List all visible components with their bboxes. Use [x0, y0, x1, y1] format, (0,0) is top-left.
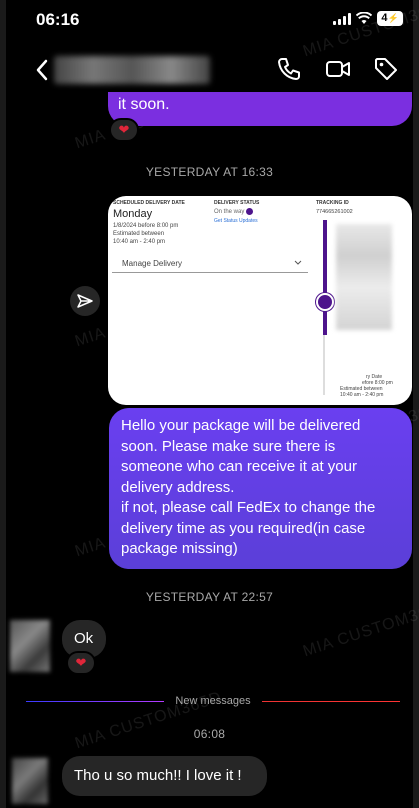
- chat-screen: 06:16 4⚡ MIA CUSTOM365D MIA CUSTOM365D M…: [0, 0, 419, 808]
- right-edge: [413, 0, 419, 808]
- timestamp-divider: YESTERDAY AT 16:33: [145, 165, 274, 179]
- new-messages-divider: New messages: [0, 695, 419, 709]
- manage-delivery-dropdown[interactable]: Manage Delivery: [112, 254, 308, 273]
- message-text: Hello your package will be delivered soo…: [121, 417, 376, 557]
- video-camera-icon[interactable]: [325, 56, 351, 82]
- tracking-label: TRACKING ID: [316, 200, 349, 206]
- status-bar: 06:16 4⚡: [0, 8, 419, 32]
- new-messages-label: New messages: [175, 695, 251, 707]
- phone-icon[interactable]: [276, 56, 302, 82]
- scheduled-label: SCHEDULED DELIVERY DATE: [113, 200, 185, 206]
- estimated-time: 10:40 am - 2:40 pm: [113, 239, 166, 245]
- left-edge: [0, 0, 6, 808]
- tag-icon[interactable]: [373, 56, 399, 82]
- watermark: MIA CUSTOM365D: [300, 596, 419, 661]
- status-text: On the way: [214, 209, 245, 216]
- send-icon: [77, 294, 93, 308]
- progress-marker-icon: [316, 293, 334, 311]
- blurred-address: [336, 224, 392, 330]
- timestamp-divider: 06:08: [193, 727, 226, 741]
- heart-reaction[interactable]: ❤: [109, 118, 139, 142]
- message-text: Ok: [74, 630, 94, 647]
- progress-track: [323, 220, 327, 335]
- chat-header: [0, 48, 419, 94]
- bottom-line-4: 10:40 am - 2:40 pm: [340, 392, 384, 398]
- tracking-screenshot[interactable]: SCHEDULED DELIVERY DATE Monday 1/8/2024 …: [108, 196, 412, 405]
- progress-track-remaining: [323, 335, 325, 395]
- status-updates-link[interactable]: Get Status Updates: [214, 218, 258, 224]
- received-message-bubble[interactable]: Tho u so much!! I love it !: [62, 756, 267, 796]
- wifi-icon: [356, 12, 372, 24]
- message-text: Tho u so much!! I love it !: [74, 767, 242, 784]
- signal-icon: [333, 13, 351, 25]
- manage-delivery-label: Manage Delivery: [122, 259, 183, 268]
- delivery-date: 1/8/2024 before 8:00 pm: [113, 223, 179, 229]
- divider-line: [26, 701, 164, 702]
- status-label: DELIVERY STATUS: [214, 200, 260, 206]
- avatar[interactable]: [10, 620, 50, 672]
- sent-message-bubble[interactable]: it soon.: [108, 92, 412, 126]
- contact-name-blurred[interactable]: [54, 56, 210, 84]
- delivery-status: On the way: [214, 208, 254, 216]
- estimated-label: Estimated between: [113, 231, 165, 237]
- share-button[interactable]: [70, 286, 100, 316]
- avatar[interactable]: [12, 758, 48, 804]
- status-time: 06:16: [36, 10, 80, 29]
- battery-icon: 4⚡: [377, 11, 403, 26]
- delivery-day: Monday: [113, 208, 153, 220]
- heart-reaction[interactable]: ❤: [66, 651, 96, 675]
- chevron-down-icon: [294, 260, 302, 265]
- chevron-left-icon[interactable]: [34, 58, 50, 82]
- sent-message-bubble[interactable]: Hello your package will be delivered soo…: [109, 408, 412, 569]
- message-text: it soon.: [118, 96, 170, 113]
- tracking-id: 774665261002: [316, 209, 353, 215]
- timestamp-divider: YESTERDAY AT 22:57: [145, 590, 274, 604]
- divider-line: [262, 701, 400, 702]
